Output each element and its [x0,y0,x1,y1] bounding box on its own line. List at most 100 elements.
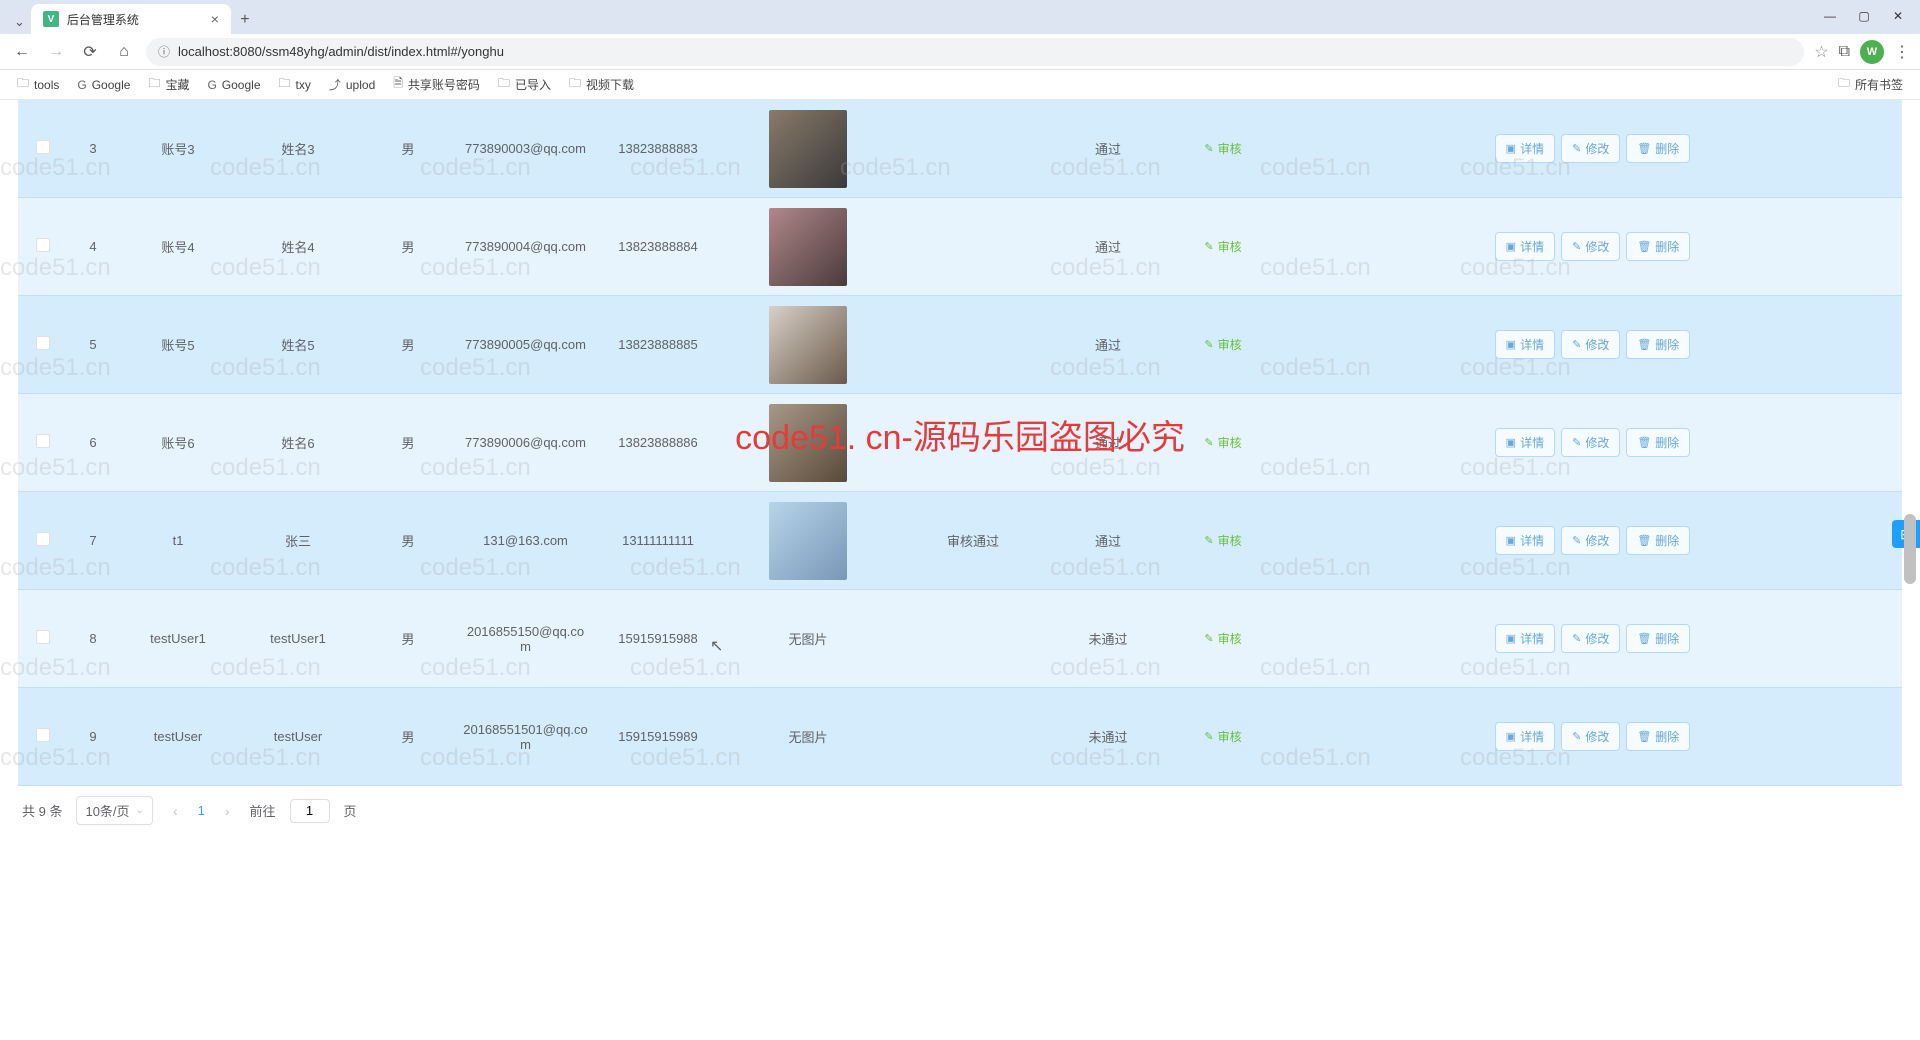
edit-button[interactable]: ✎修改 [1561,722,1620,751]
row-checkbox[interactable] [36,630,50,644]
cell-actions: ▣详情 ✎修改 🗑删除 [1283,322,1902,367]
home-icon[interactable]: ⌂ [112,40,136,64]
row-checkbox[interactable] [36,728,50,742]
detail-button[interactable]: ▣详情 [1495,428,1555,457]
cell-name: testUser1 [238,625,358,652]
reload-icon[interactable]: ⟳ [78,40,102,64]
bookmark-item[interactable]: 🗀已导入 [491,71,558,98]
review-button[interactable]: ✎审核 [1204,532,1241,549]
review-button[interactable]: ✎审核 [1204,630,1241,647]
review-button[interactable]: ✎审核 [1204,336,1241,353]
cell-review: ✎审核 [1163,624,1283,653]
cell-gender: 男 [358,133,458,164]
extensions-icon[interactable]: ⧉ [1839,43,1850,61]
edit-button[interactable]: ✎修改 [1561,330,1620,359]
detail-button[interactable]: ▣详情 [1495,134,1555,163]
pencil-icon: ✎ [1572,338,1581,351]
cell-name: 张三 [238,525,358,556]
cell-review: ✎审核 [1163,428,1283,457]
folder-icon: 🗀 [279,74,291,95]
bookmark-item[interactable]: 🗀txy [272,71,318,98]
site-info-icon[interactable]: ⓘ [158,43,170,60]
user-avatar[interactable] [769,502,847,580]
cell-actions: ▣详情 ✎修改 🗑删除 [1283,420,1902,465]
back-icon[interactable]: ← [10,40,34,64]
row-checkbox[interactable] [36,140,50,154]
edit-button[interactable]: ✎修改 [1561,232,1620,261]
delete-button[interactable]: 🗑删除 [1626,526,1690,555]
pencil-icon: ✎ [1572,534,1581,547]
page-prev-icon[interactable]: ‹ [167,803,184,819]
minimize-icon[interactable]: — [1816,4,1844,28]
review-button[interactable]: ✎审核 [1204,728,1241,745]
user-avatar[interactable] [769,404,847,482]
cell-audit [893,339,1053,351]
delete-button[interactable]: 🗑删除 [1626,330,1690,359]
detail-button[interactable]: ▣详情 [1495,624,1555,653]
url-input[interactable]: ⓘ localhost:8080/ssm48yhg/admin/dist/ind… [146,38,1804,66]
close-icon[interactable]: ✕ [1884,4,1912,28]
scrollbar-thumb[interactable] [1904,514,1916,584]
bookmark-item[interactable]: 🗎共享账号密码 [386,71,487,98]
delete-button[interactable]: 🗑删除 [1626,624,1690,653]
edit-button[interactable]: ✎修改 [1561,134,1620,163]
edit-button[interactable]: ✎修改 [1561,428,1620,457]
kebab-menu-icon[interactable]: ⋮ [1894,42,1910,62]
bookmark-item[interactable]: 🗀视频下载 [562,71,641,98]
review-button[interactable]: ✎审核 [1204,140,1241,157]
profile-avatar[interactable]: W [1860,40,1884,64]
bookmark-item[interactable]: 🗀宝藏 [141,71,196,98]
cell-account: 账号3 [118,133,238,164]
cell-actions: ▣详情 ✎修改 🗑删除 [1283,616,1902,661]
user-avatar[interactable] [769,208,847,286]
page-current[interactable]: 1 [198,803,205,818]
address-bar: ← → ⟳ ⌂ ⓘ localhost:8080/ssm48yhg/admin/… [0,34,1920,70]
page-next-icon[interactable]: › [219,803,236,819]
user-avatar[interactable] [769,306,847,384]
bookmark-all[interactable]: 🗀 所有书签 [1831,71,1910,98]
bookmark-star-icon[interactable]: ☆ [1814,42,1828,62]
detail-button[interactable]: ▣详情 [1495,722,1555,751]
trash-icon: 🗑 [1637,730,1651,743]
new-tab-button[interactable]: + [231,6,259,34]
user-avatar[interactable] [769,110,847,188]
bookmark-item[interactable]: GGoogle [200,75,267,95]
edit-icon: ✎ [1204,534,1213,547]
delete-button[interactable]: 🗑删除 [1626,134,1690,163]
review-button[interactable]: ✎审核 [1204,238,1241,255]
cell-review: ✎审核 [1163,134,1283,163]
detail-button[interactable]: ▣详情 [1495,526,1555,555]
cell-avatar [723,104,893,194]
delete-button[interactable]: 🗑删除 [1626,232,1690,261]
detail-button[interactable]: ▣详情 [1495,330,1555,359]
goto-input[interactable] [290,799,330,823]
edit-button[interactable]: ✎修改 [1561,526,1620,555]
edit-button[interactable]: ✎修改 [1561,624,1620,653]
cell-audit [893,633,1053,645]
maximize-icon[interactable]: ▢ [1850,4,1878,28]
delete-button[interactable]: 🗑删除 [1626,428,1690,457]
detail-button[interactable]: ▣详情 [1495,232,1555,261]
delete-button[interactable]: 🗑删除 [1626,722,1690,751]
page-size-select[interactable]: 10条/页 ⌄ [76,796,152,825]
bookmark-item[interactable]: GGoogle [70,75,137,95]
cell-gender: 男 [358,231,458,262]
cell-status: 通过 [1053,427,1163,458]
folder-icon: 🗀 [148,74,160,95]
browser-tab[interactable]: V 后台管理系统 × [31,4,231,34]
forward-icon[interactable]: → [44,40,68,64]
row-checkbox[interactable] [36,434,50,448]
cell-phone: 15915915989 [593,723,723,750]
bookmark-item[interactable]: 🗀tools [10,71,66,98]
scrollbar[interactable] [1904,94,1918,1040]
tab-close-icon[interactable]: × [211,11,219,27]
trash-icon: 🗑 [1637,632,1651,645]
row-checkbox[interactable] [36,532,50,546]
row-checkbox[interactable] [36,336,50,350]
tab-search-icon[interactable]: ⌄ [8,10,31,34]
cell-status: 未通过 [1053,623,1163,654]
bookmark-item[interactable]: ⤴uplod [322,73,382,96]
review-button[interactable]: ✎审核 [1204,434,1241,451]
cell-status: 通过 [1053,231,1163,262]
row-checkbox[interactable] [36,238,50,252]
